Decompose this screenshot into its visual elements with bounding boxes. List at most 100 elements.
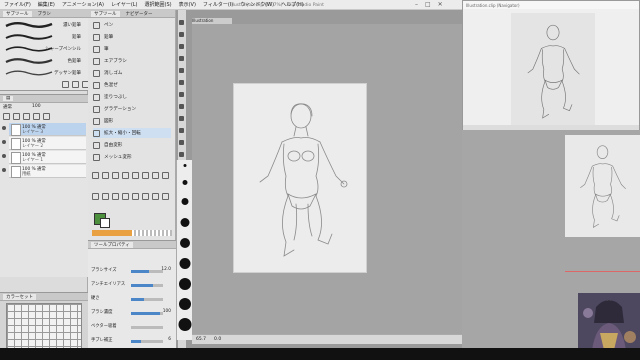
pen-icon[interactable]	[92, 193, 99, 200]
menu-filter[interactable]: フィルター(I)	[203, 1, 233, 8]
brush-size-dot[interactable]	[179, 258, 190, 269]
copy-brush-icon[interactable]	[72, 81, 79, 88]
brush-item[interactable]: 濃い鉛筆	[4, 20, 84, 29]
blend-icon[interactable]	[152, 193, 159, 200]
tool-eraser[interactable]: 消しゴム	[93, 68, 171, 78]
undo-icon[interactable]	[179, 56, 184, 61]
eye-icon[interactable]	[2, 154, 6, 158]
pencil-icon[interactable]	[102, 193, 109, 200]
brush-size-dot[interactable]	[178, 298, 191, 310]
rotate-icon[interactable]	[122, 172, 129, 179]
tool-fill[interactable]: 塗りつぶし	[93, 92, 171, 102]
eraser-icon[interactable]	[142, 193, 149, 200]
brush-size-dot[interactable]	[182, 180, 187, 185]
mask-icon[interactable]	[43, 113, 50, 120]
lock-layer-icon[interactable]	[13, 113, 20, 120]
eye-icon[interactable]	[2, 126, 6, 130]
reference-layer-icon[interactable]	[33, 113, 40, 120]
minimize-icon[interactable]: –	[415, 1, 418, 8]
brush-size-dot[interactable]	[178, 318, 191, 331]
brush-size-dot[interactable]	[183, 164, 186, 167]
tool-pen[interactable]: ペン	[93, 20, 171, 30]
menu-animation[interactable]: アニメーション(A)	[62, 1, 104, 8]
flip-icon[interactable]	[179, 152, 184, 157]
add-brush-icon[interactable]	[62, 81, 69, 88]
property-brush-density[interactable]: ブラシ濃度 100	[91, 309, 173, 318]
tool-airbrush[interactable]: エアブラシ	[93, 56, 171, 66]
property-brush-size[interactable]: ブラシサイズ 12.0	[91, 267, 173, 276]
transform-icon[interactable]	[179, 140, 184, 145]
drawing-canvas[interactable]	[233, 83, 367, 273]
move-icon[interactable]	[92, 172, 99, 179]
brush-item[interactable]: デッサン鉛筆	[4, 68, 84, 77]
layer-row[interactable]: 100 % 通常 レイヤー 3	[2, 123, 86, 136]
select-icon[interactable]	[132, 172, 139, 179]
property-stabilization[interactable]: 手ブレ補正 6	[91, 337, 173, 346]
property-slider[interactable]	[131, 284, 163, 287]
menu-layer[interactable]: レイヤー(L)	[111, 1, 138, 8]
airbrush-icon[interactable]	[122, 193, 129, 200]
hand-icon[interactable]	[112, 172, 119, 179]
brush-size-dot[interactable]	[180, 218, 189, 227]
tool-transform[interactable]: 拡大・縮小・回転	[93, 128, 171, 138]
layer-row[interactable]: 100 % 通常 用紙	[2, 165, 86, 178]
orange-color-bar[interactable]	[92, 230, 132, 236]
deselect-icon[interactable]	[179, 116, 184, 121]
property-hardness[interactable]: 硬さ	[91, 295, 173, 304]
tool-blend[interactable]: 色混ぜ	[93, 80, 171, 90]
brush-size-dot[interactable]	[179, 238, 190, 248]
transparent-color-bar[interactable]	[132, 230, 172, 236]
select-all-icon[interactable]	[179, 104, 184, 109]
sub-color-swatch[interactable]	[100, 218, 110, 228]
open-icon[interactable]	[179, 32, 184, 37]
property-slider[interactable]	[131, 340, 163, 343]
tool-pencil[interactable]: 鉛筆	[93, 32, 171, 42]
eye-icon[interactable]	[2, 168, 6, 172]
redo-icon[interactable]	[179, 68, 184, 73]
tab-color-set[interactable]: カラーセット	[3, 293, 36, 300]
property-slider[interactable]	[131, 270, 163, 273]
tool-free-transform[interactable]: 自由変形	[93, 140, 171, 150]
clear-icon[interactable]	[179, 80, 184, 85]
brush-item[interactable]: シャープペンシル	[4, 44, 84, 53]
lasso-icon[interactable]	[142, 172, 149, 179]
close-icon[interactable]: ✕	[438, 1, 443, 8]
lock-alpha-icon[interactable]	[23, 113, 30, 120]
rotation-value[interactable]: 0.0	[214, 337, 221, 342]
wand-icon[interactable]	[152, 172, 159, 179]
new-icon[interactable]	[179, 20, 184, 25]
brush-item[interactable]: 色鉛筆	[4, 56, 84, 65]
tab-subtool[interactable]: サブツール	[3, 10, 32, 17]
tab-layer[interactable]: ▤	[3, 96, 14, 101]
zoom-icon[interactable]	[102, 172, 109, 179]
menu-file[interactable]: ファイル(F)	[4, 1, 31, 8]
tool-mesh-transform[interactable]: メッシュ変形	[93, 152, 171, 162]
menu-view[interactable]: 表示(V)	[179, 1, 196, 8]
property-antialias[interactable]: アンチエイリアス	[91, 281, 173, 290]
reference-canvas-preview[interactable]	[565, 135, 640, 237]
decoration-icon[interactable]	[132, 193, 139, 200]
tool-gradient[interactable]: グラデーション	[93, 104, 171, 114]
menu-selection[interactable]: 選択範囲(S)	[145, 1, 172, 8]
tab-subtool-list[interactable]: サブツール	[91, 10, 120, 17]
brush-item[interactable]: 鉛筆	[4, 32, 84, 41]
clip-layer-icon[interactable]	[3, 113, 10, 120]
navigator-toolbar[interactable]	[463, 125, 639, 130]
tab-brush[interactable]: ブラシ	[38, 11, 51, 17]
blend-mode-select[interactable]: 通常	[3, 104, 12, 112]
fill-icon[interactable]	[179, 92, 184, 97]
property-slider[interactable]	[131, 298, 163, 301]
fill-bucket-icon[interactable]	[162, 193, 169, 200]
property-slider[interactable]	[131, 326, 163, 329]
property-vector-snap[interactable]: ベクター吸着	[91, 323, 173, 332]
brush-size-dot[interactable]	[178, 278, 191, 290]
brush-icon[interactable]	[112, 193, 119, 200]
save-icon[interactable]	[179, 44, 184, 49]
opacity-value[interactable]: 100	[32, 104, 41, 112]
maximize-icon[interactable]: □	[425, 1, 431, 8]
invert-icon[interactable]	[179, 128, 184, 133]
layer-row[interactable]: 100 % 通常 レイヤー 1	[2, 151, 86, 164]
menu-edit[interactable]: 編集(E)	[38, 1, 55, 8]
zoom-value[interactable]: 65.7	[196, 337, 206, 342]
eyedropper-icon[interactable]	[162, 172, 169, 179]
